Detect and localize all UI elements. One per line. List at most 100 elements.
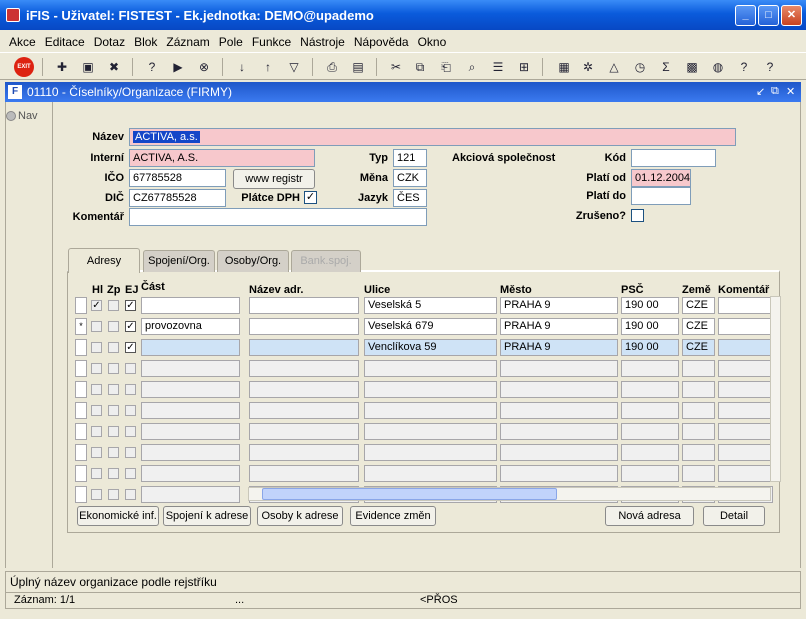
- cell-kom[interactable]: [718, 318, 773, 335]
- form-minimize-icon[interactable]: ↙: [756, 85, 765, 98]
- row-zp-checkbox[interactable]: [108, 468, 119, 479]
- cell-ulice[interactable]: Venclíkova 59: [364, 339, 497, 356]
- cell-nazev[interactable]: [249, 297, 359, 314]
- plati-od-field[interactable]: 01.12.2004: [631, 169, 691, 187]
- exit-icon[interactable]: EXIT: [14, 57, 34, 77]
- cell-mesto[interactable]: PRAHA 9: [500, 339, 618, 356]
- cell-psc[interactable]: [621, 381, 679, 398]
- cell-psc[interactable]: [621, 360, 679, 377]
- row-zp-checkbox[interactable]: [108, 405, 119, 416]
- cell-mesto[interactable]: [500, 402, 618, 419]
- tab-adresy[interactable]: Adresy: [68, 248, 140, 273]
- cell-cast[interactable]: [141, 486, 240, 503]
- menu-zaznam[interactable]: Záznam: [166, 33, 209, 51]
- web-icon[interactable]: ◍: [708, 57, 728, 77]
- cell-psc[interactable]: [621, 444, 679, 461]
- cell-ulice[interactable]: [364, 465, 497, 482]
- record-indicator[interactable]: [75, 444, 87, 461]
- row-ej-checkbox[interactable]: [125, 489, 136, 500]
- row-hl-checkbox[interactable]: [91, 384, 102, 395]
- cell-nazev[interactable]: [249, 339, 359, 356]
- cell-zeme[interactable]: [682, 381, 715, 398]
- row-ej-checkbox[interactable]: [125, 447, 136, 458]
- cell-mesto[interactable]: PRAHA 9: [500, 318, 618, 335]
- interni-field[interactable]: ACTIVA, A.S.: [129, 149, 315, 167]
- detail-button[interactable]: Detail: [703, 506, 765, 526]
- row-ej-checkbox[interactable]: [125, 363, 136, 374]
- menu-blok[interactable]: Blok: [134, 33, 157, 51]
- row-zp-checkbox[interactable]: [108, 321, 119, 332]
- context-help-icon[interactable]: ?: [760, 57, 780, 77]
- sort-asc-icon[interactable]: ↓: [232, 57, 252, 77]
- close-icon[interactable]: ✕: [781, 5, 802, 26]
- save-record-icon[interactable]: ▣: [78, 57, 98, 77]
- platce-dph-checkbox[interactable]: ✓: [304, 191, 317, 204]
- row-ej-checkbox[interactable]: ✓: [125, 321, 136, 332]
- add-record-icon[interactable]: ✚: [52, 57, 72, 77]
- cell-zeme[interactable]: [682, 444, 715, 461]
- cell-psc[interactable]: 190 00: [621, 318, 679, 335]
- row-ej-checkbox[interactable]: [125, 426, 136, 437]
- cell-psc[interactable]: 190 00: [621, 297, 679, 314]
- cell-mesto[interactable]: [500, 360, 618, 377]
- row-zp-checkbox[interactable]: [108, 342, 119, 353]
- form-restore-icon[interactable]: ⧉: [771, 85, 779, 98]
- record-indicator[interactable]: [75, 360, 87, 377]
- horizontal-scroll-thumb[interactable]: [262, 488, 557, 500]
- komentar-field[interactable]: [129, 208, 427, 226]
- menu-akce[interactable]: Akce: [9, 33, 36, 51]
- copy-icon[interactable]: ⧉: [410, 57, 430, 77]
- record-indicator[interactable]: [75, 486, 87, 503]
- record-indicator[interactable]: [75, 465, 87, 482]
- row-ej-checkbox[interactable]: ✓: [125, 300, 136, 311]
- osoby-k-adrese-button[interactable]: Osoby k adrese: [257, 506, 343, 526]
- kod-field[interactable]: [631, 149, 716, 167]
- record-indicator[interactable]: [75, 423, 87, 440]
- cell-kom[interactable]: [718, 360, 773, 377]
- row-hl-checkbox[interactable]: [91, 363, 102, 374]
- cell-cast[interactable]: [141, 339, 240, 356]
- cell-cast[interactable]: [141, 402, 240, 419]
- menu-okno[interactable]: Okno: [418, 33, 447, 51]
- cell-psc[interactable]: [621, 423, 679, 440]
- cell-cast[interactable]: [141, 297, 240, 314]
- row-zp-checkbox[interactable]: [108, 489, 119, 500]
- cell-ulice[interactable]: [364, 402, 497, 419]
- cancel-query-icon[interactable]: ⊗: [194, 57, 214, 77]
- clock-icon[interactable]: ◷: [630, 57, 650, 77]
- cell-psc[interactable]: [621, 465, 679, 482]
- ekonomicke-button[interactable]: Ekonomické inf.: [77, 506, 159, 526]
- print-icon[interactable]: ⎙: [322, 57, 342, 77]
- sort-desc-icon[interactable]: ↑: [258, 57, 278, 77]
- cell-mesto[interactable]: [500, 381, 618, 398]
- cell-mesto[interactable]: [500, 465, 618, 482]
- cell-kom[interactable]: [718, 465, 773, 482]
- record-indicator[interactable]: [75, 339, 87, 356]
- excel-icon[interactable]: ▩: [682, 57, 702, 77]
- record-indicator[interactable]: [75, 381, 87, 398]
- cell-cast[interactable]: [141, 423, 240, 440]
- settings-icon[interactable]: ✲: [578, 57, 598, 77]
- record-indicator[interactable]: [75, 402, 87, 419]
- cell-nazev[interactable]: [249, 423, 359, 440]
- delete-record-icon[interactable]: ✖: [104, 57, 124, 77]
- plati-do-field[interactable]: [631, 187, 691, 205]
- record-indicator[interactable]: *: [75, 318, 87, 335]
- cell-zeme[interactable]: [682, 402, 715, 419]
- row-zp-checkbox[interactable]: [108, 426, 119, 437]
- cell-kom[interactable]: [718, 339, 773, 356]
- row-hl-checkbox[interactable]: [91, 405, 102, 416]
- cell-cast[interactable]: [141, 381, 240, 398]
- sum-icon[interactable]: Σ: [656, 57, 676, 77]
- cell-zeme[interactable]: [682, 465, 715, 482]
- jazyk-field[interactable]: ČES: [393, 189, 427, 207]
- row-zp-checkbox[interactable]: [108, 447, 119, 458]
- cell-psc[interactable]: 190 00: [621, 339, 679, 356]
- row-zp-checkbox[interactable]: [108, 300, 119, 311]
- row-hl-checkbox[interactable]: [91, 468, 102, 479]
- cell-cast[interactable]: [141, 444, 240, 461]
- cell-kom[interactable]: [718, 402, 773, 419]
- menu-pole[interactable]: Pole: [219, 33, 243, 51]
- cell-nazev[interactable]: [249, 318, 359, 335]
- cell-cast[interactable]: [141, 465, 240, 482]
